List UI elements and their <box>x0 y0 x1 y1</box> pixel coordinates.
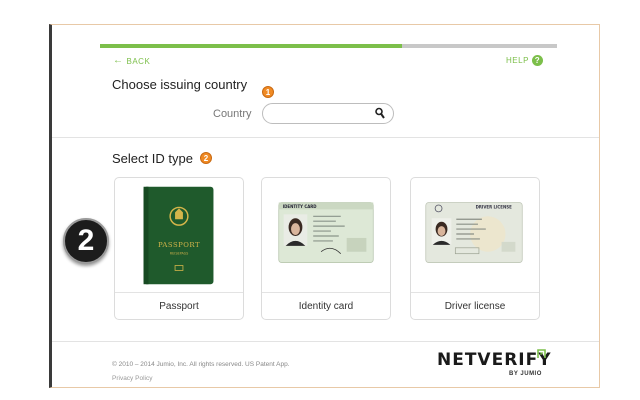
id-option-passport[interactable]: PASSPORT REISEPASS Passport <box>114 177 244 320</box>
id-option-driver-license[interactable]: DRIVER LICENSE Driver license <box>410 177 540 320</box>
logo-mark-icon <box>537 349 546 358</box>
privacy-policy-link[interactable]: Privacy Policy <box>112 375 152 382</box>
progress-bar <box>100 44 557 48</box>
country-input[interactable] <box>273 105 381 124</box>
help-link[interactable]: HELP ? <box>506 55 543 66</box>
id-option-identity-card[interactable]: IDENTITY CARD Identity card <box>261 177 391 320</box>
country-field-label: Country <box>213 108 252 120</box>
driver-license-image: DRIVER LICENSE <box>425 202 523 263</box>
footer-divider <box>52 341 599 342</box>
back-link[interactable]: ← BACK <box>113 56 150 66</box>
identity-card-header-text: IDENTITY CARD <box>283 204 318 209</box>
section-divider <box>52 137 599 138</box>
progress-fill <box>100 44 402 48</box>
country-search-field[interactable] <box>262 103 394 124</box>
copyright-text: © 2010 – 2014 Jumio, Inc. All rights res… <box>112 361 290 368</box>
choose-country-heading: Choose issuing country <box>112 77 248 92</box>
logo-wordmark: NETVERIFY <box>437 350 552 370</box>
passport-image: PASSPORT REISEPASS <box>143 186 214 285</box>
help-label: HELP <box>506 56 529 65</box>
id-option-label: Passport <box>115 292 243 320</box>
id-option-label: Driver license <box>411 292 539 320</box>
driver-license-header-text: DRIVER LICENSE <box>476 204 512 209</box>
select-id-heading: Select ID type <box>112 151 193 166</box>
passport-subtitle-text: REISEPASS <box>170 252 189 256</box>
passport-title-text: PASSPORT <box>158 241 200 249</box>
identity-card-image: IDENTITY CARD <box>278 202 374 263</box>
search-icon[interactable] <box>375 107 385 120</box>
netverify-logo: NETVERIFY BY JUMIO <box>437 349 551 382</box>
id-option-label: Identity card <box>262 292 390 320</box>
logo-tagline: BY JUMIO <box>509 371 542 377</box>
back-label: BACK <box>126 56 151 66</box>
step-number-annotation: 2 <box>63 218 109 264</box>
help-icon: ? <box>531 55 543 66</box>
step-two-badge: 2 <box>200 152 212 164</box>
step-one-badge: 1 <box>262 86 274 98</box>
back-arrow-icon: ← <box>113 55 124 66</box>
